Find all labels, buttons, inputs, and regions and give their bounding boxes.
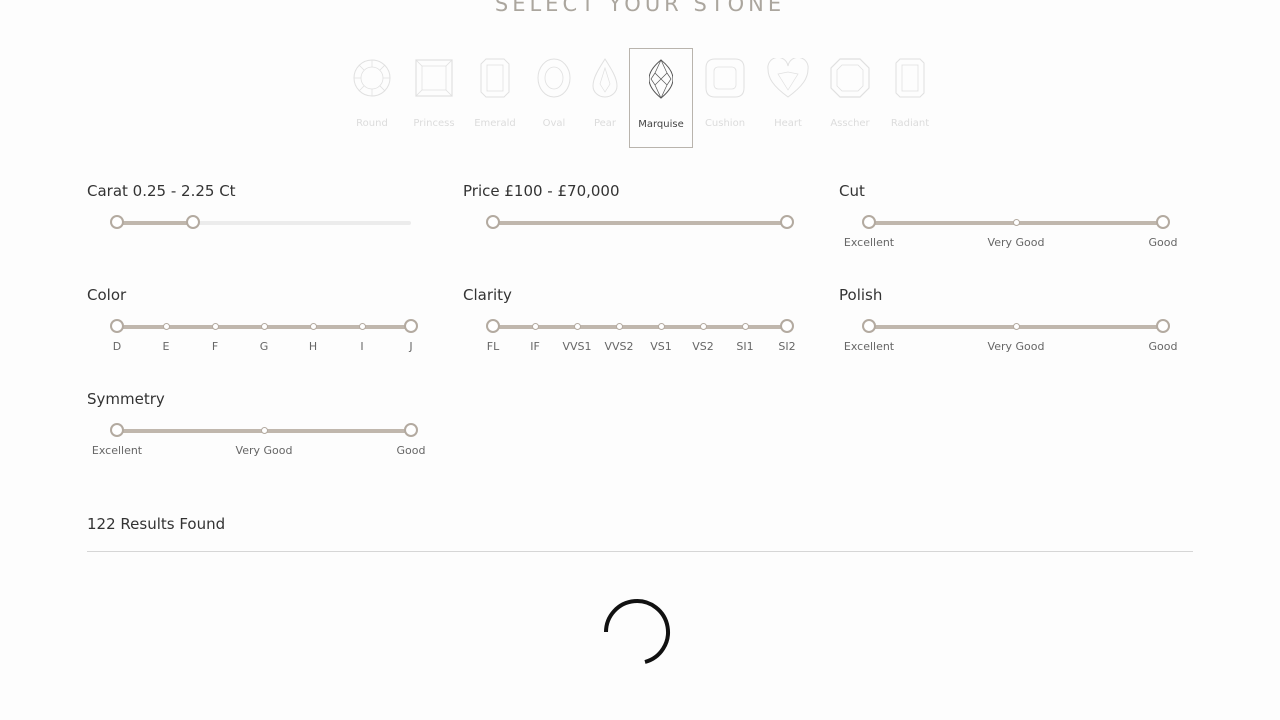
shape-selector: Round Princess Emerald Oval Pear Marquise Cush… xyxy=(340,48,940,148)
clarity-tick-label: VS2 xyxy=(692,340,714,353)
color-tick-label: J xyxy=(409,340,413,353)
polish-tick-label: Good xyxy=(1148,340,1178,353)
shape-option-label: Emerald xyxy=(474,118,516,129)
polish-min-handle[interactable] xyxy=(862,319,876,333)
shape-option-label: Princess xyxy=(413,118,455,129)
shape-option-pear[interactable]: Pear xyxy=(576,48,634,148)
shape-option-heart[interactable]: Heart xyxy=(759,48,817,148)
carat-max-handle[interactable] xyxy=(186,215,200,229)
shape-option-label: Marquise xyxy=(638,119,684,130)
clarity-tick-label: IF xyxy=(530,340,540,353)
symmetry-tick-label: Good xyxy=(396,444,426,457)
color-tick-label: I xyxy=(360,340,364,353)
cut-tick-label: Very Good xyxy=(987,236,1045,249)
color-tick-label: H xyxy=(308,340,318,353)
color-tick-label: G xyxy=(259,340,269,353)
clarity-step-dot xyxy=(573,323,581,330)
polish-max-handle[interactable] xyxy=(1156,319,1170,333)
clarity-step-dot xyxy=(531,323,539,330)
color-step-dot xyxy=(358,323,366,330)
color-step-dot xyxy=(260,323,268,330)
color-step-dot xyxy=(162,323,170,330)
results-divider xyxy=(87,551,1193,552)
shape-option-marquise[interactable]: Marquise xyxy=(629,48,693,148)
color-max-handle[interactable] xyxy=(404,319,418,333)
clarity-tick-label: VS1 xyxy=(650,340,672,353)
symmetry-tick-label: Excellent xyxy=(91,444,143,457)
clarity-min-handle[interactable] xyxy=(486,319,500,333)
shape-option-label: Asscher xyxy=(830,118,870,129)
clarity-step-dot xyxy=(657,323,665,330)
shape-option-label: Pear xyxy=(593,118,617,129)
symmetry-min-handle[interactable] xyxy=(110,423,124,437)
symmetry-filter-title: Symmetry xyxy=(87,390,165,408)
polish-tick-label: Excellent xyxy=(843,340,895,353)
clarity-step-dot xyxy=(615,323,623,330)
page-title: SELECT YOUR STONE xyxy=(494,0,786,16)
results-count: 122 Results Found xyxy=(87,515,226,533)
color-filter-title: Color xyxy=(87,286,127,304)
shape-option-label: Radiant xyxy=(890,118,930,129)
color-tick-label: F xyxy=(211,340,219,353)
price-track[interactable] xyxy=(493,221,787,225)
shape-option-radiant[interactable]: Radiant xyxy=(881,48,939,148)
shape-option-asscher[interactable]: Asscher xyxy=(821,48,879,148)
color-step-dot xyxy=(211,323,219,330)
symmetry-max-handle[interactable] xyxy=(404,423,418,437)
clarity-step-dot xyxy=(741,323,749,330)
polish-tick-label: Very Good xyxy=(987,340,1045,353)
shape-option-emerald[interactable]: Emerald xyxy=(466,48,524,148)
color-step-dot xyxy=(309,323,317,330)
symmetry-tick-label: Very Good xyxy=(235,444,293,457)
polish-filter-title: Polish xyxy=(839,286,883,304)
color-min-handle[interactable] xyxy=(110,319,124,333)
clarity-tick-label: VVS1 xyxy=(562,340,592,353)
clarity-tick-label: FL xyxy=(486,340,500,353)
cut-filter-title: Cut xyxy=(839,182,865,200)
clarity-tick-label: VVS2 xyxy=(604,340,634,353)
shape-option-label: Cushion xyxy=(704,118,746,129)
shape-option-label: Heart xyxy=(774,118,802,129)
shape-option-round[interactable]: Round xyxy=(343,48,401,148)
carat-track-fill xyxy=(117,221,193,225)
clarity-tick-label: SI2 xyxy=(778,340,796,353)
shape-option-oval[interactable]: Oval xyxy=(525,48,583,148)
clarity-tick-label: SI1 xyxy=(736,340,754,353)
cut-tick-label: Excellent xyxy=(843,236,895,249)
symmetry-step-dot xyxy=(260,427,268,434)
clarity-filter-title: Clarity xyxy=(463,286,512,304)
carat-min-handle[interactable] xyxy=(110,215,124,229)
color-tick-label: E xyxy=(162,340,170,353)
color-tick-label: D xyxy=(112,340,122,353)
price-min-handle[interactable] xyxy=(486,215,500,229)
price-max-handle[interactable] xyxy=(780,215,794,229)
cut-tick-label: Good xyxy=(1148,236,1178,249)
price-filter-title: Price £100 - £70,000 xyxy=(463,182,620,200)
loading-spinner-icon xyxy=(604,599,670,664)
clarity-max-handle[interactable] xyxy=(780,319,794,333)
polish-step-dot xyxy=(1012,323,1020,330)
clarity-step-dot xyxy=(699,323,707,330)
cut-step-dot xyxy=(1012,219,1020,226)
cut-max-handle[interactable] xyxy=(1156,215,1170,229)
shape-option-cushion[interactable]: Cushion xyxy=(696,48,754,148)
carat-filter-title: Carat 0.25 - 2.25 Ct xyxy=(87,182,236,200)
cut-min-handle[interactable] xyxy=(862,215,876,229)
shape-option-label: Oval xyxy=(542,118,566,129)
shape-option-princess[interactable]: Princess xyxy=(405,48,463,148)
shape-option-label: Round xyxy=(356,118,388,129)
